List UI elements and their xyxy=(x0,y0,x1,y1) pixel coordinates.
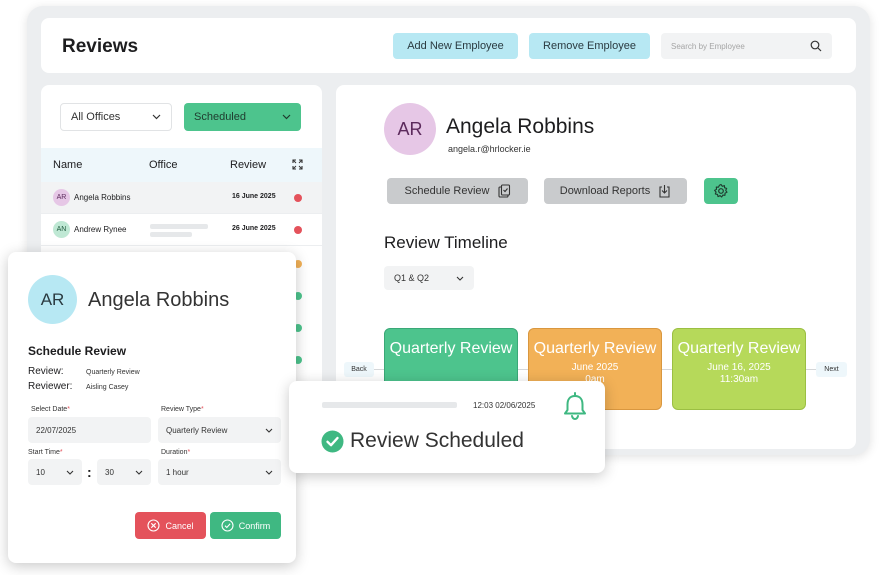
chevron-down-icon xyxy=(135,470,143,475)
timeline-card-time: 11:30am xyxy=(719,374,759,385)
avatar: AR xyxy=(53,189,70,206)
timeline-next-button[interactable]: Next xyxy=(816,362,847,377)
schedule-review-label: Schedule Review xyxy=(404,185,490,197)
avatar: AR xyxy=(384,103,436,155)
download-reports-button[interactable]: Download Reports xyxy=(544,178,687,204)
clipboard-check-icon xyxy=(497,184,510,198)
offices-dropdown-value: All Offices xyxy=(71,111,121,123)
duration-dropdown[interactable]: 1 hour xyxy=(158,459,281,485)
start-hour-dropdown[interactable]: 10 xyxy=(28,459,82,485)
modal-title: Schedule Review xyxy=(28,344,127,358)
timeline-card-title: Quarterly Review xyxy=(677,340,801,357)
start-hour-value: 10 xyxy=(36,467,45,477)
review-scheduled-toast: 12:03 02/06/2025 Review Scheduled xyxy=(289,381,605,473)
toast-message: Review Scheduled xyxy=(350,429,524,452)
status-dropdown-value: Scheduled xyxy=(194,111,246,123)
avatar: AR xyxy=(28,275,77,324)
start-minute-dropdown[interactable]: 30 xyxy=(97,459,151,485)
profile-email: angela.r@hrlocker.ie xyxy=(448,144,531,154)
cancel-label: Cancel xyxy=(165,520,194,531)
toast-timestamp: 12:03 02/06/2025 xyxy=(473,401,536,410)
placeholder-bar xyxy=(150,224,208,229)
timeline-card[interactable]: Quarterly Review June 16, 2025 11:30am xyxy=(672,328,806,410)
profile-name: Angela Robbins xyxy=(446,115,595,138)
download-icon xyxy=(659,185,670,198)
reviewer-value: Aisling Casey xyxy=(86,384,129,391)
chevron-down-icon xyxy=(265,470,273,475)
start-time-label: Start Time* xyxy=(28,449,63,456)
modal-employee-name: Angela Robbins xyxy=(88,289,230,311)
table-header: Name Office Review xyxy=(41,148,322,182)
review-type-dropdown[interactable]: Quarterly Review xyxy=(158,417,281,443)
select-date-label: Select Date* xyxy=(31,406,70,413)
column-header-review[interactable]: Review xyxy=(230,159,266,171)
placeholder-bar xyxy=(322,402,457,408)
chevron-down-icon xyxy=(282,114,291,120)
page-title: Reviews xyxy=(62,36,139,57)
status-dot xyxy=(294,226,302,234)
confirm-button[interactable]: Confirm xyxy=(210,512,281,539)
review-type-value: Quarterly Review xyxy=(166,425,228,435)
status-dot xyxy=(294,194,302,202)
check-circle-icon xyxy=(321,430,344,453)
close-circle-icon xyxy=(147,519,161,532)
top-header: Reviews Add New Employee Remove Employee xyxy=(41,18,856,73)
bell-icon xyxy=(564,392,586,421)
check-circle-icon xyxy=(221,519,234,532)
timeline-back-button[interactable]: Back xyxy=(344,362,374,377)
search-input[interactable] xyxy=(671,41,806,51)
gear-icon xyxy=(714,183,728,198)
time-separator: : xyxy=(87,464,92,480)
review-date: 26 June 2025 xyxy=(232,225,276,232)
expand-icon[interactable] xyxy=(292,159,303,170)
period-dropdown-value: Q1 & Q2 xyxy=(394,273,430,283)
timeline-card-title: Quarterly Review xyxy=(389,340,513,357)
reviewer-label: Reviewer: xyxy=(28,381,73,392)
review-date: 16 June 2025 xyxy=(232,193,276,200)
review-value: Quarterly Review xyxy=(86,369,140,376)
date-input[interactable]: 22/07/2025 xyxy=(28,417,151,443)
table-row[interactable]: AR Angela Robbins 16 June 2025 xyxy=(41,182,322,214)
review-type-label: Review Type* xyxy=(161,406,204,413)
cancel-button[interactable]: Cancel xyxy=(135,512,206,539)
timeline-card-date: June 16, 2025 xyxy=(707,362,771,373)
chevron-down-icon xyxy=(456,276,464,281)
employee-name: Andrew Rynee xyxy=(74,225,127,234)
employee-name: Angela Robbins xyxy=(74,193,131,202)
search-icon[interactable] xyxy=(810,40,822,52)
chevron-down-icon xyxy=(265,428,273,433)
period-dropdown[interactable]: Q1 & Q2 xyxy=(384,266,474,290)
settings-button[interactable] xyxy=(704,178,738,204)
avatar: AN xyxy=(53,221,70,238)
table-row[interactable]: AN Andrew Rynee 26 June 2025 xyxy=(41,214,322,246)
duration-value: 1 hour xyxy=(166,467,189,477)
status-dropdown[interactable]: Scheduled xyxy=(184,103,301,131)
column-header-office[interactable]: Office xyxy=(149,159,178,171)
add-employee-button[interactable]: Add New Employee xyxy=(393,33,518,59)
column-header-name[interactable]: Name xyxy=(53,159,82,171)
timeline-card-date: June 2025 xyxy=(571,362,619,373)
duration-label: Duration* xyxy=(161,449,191,456)
date-value: 22/07/2025 xyxy=(36,425,77,435)
timeline-card-title: Quarterly Review xyxy=(533,340,657,357)
review-label: Review: xyxy=(28,366,64,377)
placeholder-bar xyxy=(150,232,192,237)
search-box[interactable] xyxy=(661,33,832,59)
schedule-review-modal: AR Angela Robbins Schedule Review Review… xyxy=(8,252,296,563)
confirm-label: Confirm xyxy=(238,520,271,531)
offices-dropdown[interactable]: All Offices xyxy=(60,103,172,131)
chevron-down-icon xyxy=(66,470,74,475)
remove-employee-button[interactable]: Remove Employee xyxy=(529,33,650,59)
chevron-down-icon xyxy=(152,114,161,120)
start-minute-value: 30 xyxy=(105,467,114,477)
download-reports-label: Download Reports xyxy=(559,185,651,197)
schedule-review-button[interactable]: Schedule Review xyxy=(387,178,528,204)
timeline-title: Review Timeline xyxy=(384,233,508,252)
